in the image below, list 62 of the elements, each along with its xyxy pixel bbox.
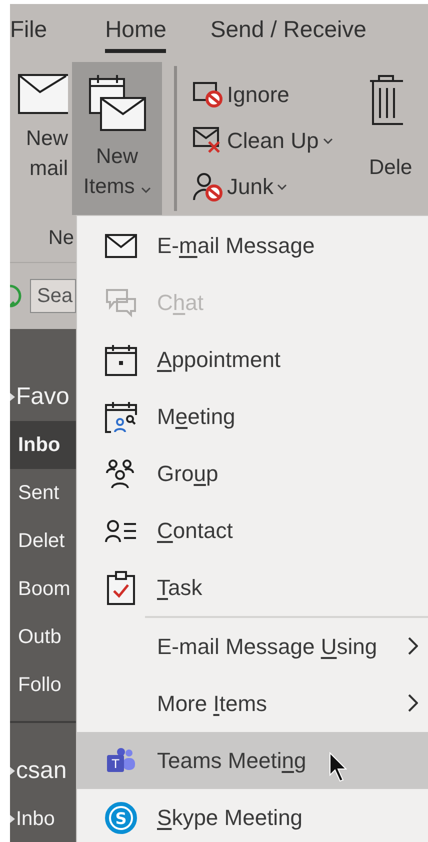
menu-item[interactable]: T Teams Meeting [77,732,428,789]
ribbon-button[interactable]: New Items [72,62,162,215]
skype-icon: S [104,800,138,834]
menu-item[interactable]: Task [77,559,428,616]
envelope-icon [105,234,137,258]
chat-icon [105,288,137,318]
folder-item[interactable]: Outb [10,613,76,661]
menu-item[interactable]: Group [77,445,428,502]
delete-button[interactable]: Dele [369,62,412,215]
folder-item[interactable]: Follo [10,661,76,709]
chevron-right-icon [408,637,418,655]
search-field[interactable]: Sea [30,279,76,313]
folder-item[interactable]: Sent [10,469,76,517]
trash-icon [369,74,403,126]
menu-item-label: Group [157,460,218,486]
menu-item-label: Skype Meeting [157,804,303,830]
ribbon-small-button[interactable]: Junk [193,166,369,208]
ribbon-tab[interactable]: File [10,16,48,53]
ribbon-small-button[interactable]: Clean Up [193,120,369,162]
menu-item[interactable]: Contact [77,502,428,559]
ribbon-tab[interactable]: Home [105,16,166,53]
menu-item-label: Teams Meeting [157,748,306,774]
ribbon-small-button[interactable]: Ignore [193,74,369,116]
menu-item-label: E-mail Message Using [157,634,378,660]
group-label: Ne [48,227,74,250]
expand-caret-icon [10,393,15,401]
junk-icon [193,172,223,202]
menu-item-label: E-mail Message [157,232,315,258]
contact-card-icon [105,518,137,542]
folder-item[interactable]: Inbo [10,795,76,842]
folder-item[interactable]: Delet [10,517,76,565]
ribbon-button[interactable]: New mail [10,62,72,215]
folder-item[interactable]: Inbo [10,421,76,469]
menu-item[interactable]: S Skype Meeting [77,789,428,842]
menu-item[interactable]: More Items [77,675,428,732]
menu-item[interactable]: Appointment [77,331,428,388]
mouse-cursor-icon [329,752,347,782]
menu-item-label: More Items [157,690,268,716]
menu-item[interactable]: E-mail Message Using [77,618,428,675]
chevron-right-icon [408,694,418,712]
menu-item-label: Chat [157,290,204,316]
menu-item[interactable]: Meeting [77,388,428,445]
group-icon [105,458,137,488]
expand-caret-icon [10,815,15,823]
account-header[interactable]: Favo [10,373,76,421]
expand-caret-icon [10,767,15,775]
ignore-icon [193,82,223,108]
new-items-icon [87,74,147,132]
clipboard-icon [107,570,135,604]
menu-item-label: Meeting [157,404,236,430]
ribbon-tab[interactable]: Send / Receive [210,16,366,53]
menu-item-label: Contact [157,518,233,544]
folder-item[interactable]: Boom [10,565,76,613]
account-header[interactable]: csan [10,747,76,795]
refresh-icon [10,283,22,309]
clean-up-icon [193,127,223,155]
envelope-icon [18,74,68,114]
menu-item[interactable]: E-mail Message [77,217,428,274]
menu-item-label: Appointment [157,346,281,372]
calendar-icon [105,344,137,376]
meeting-icon [105,400,137,432]
menu-item-label: Task [157,574,202,600]
